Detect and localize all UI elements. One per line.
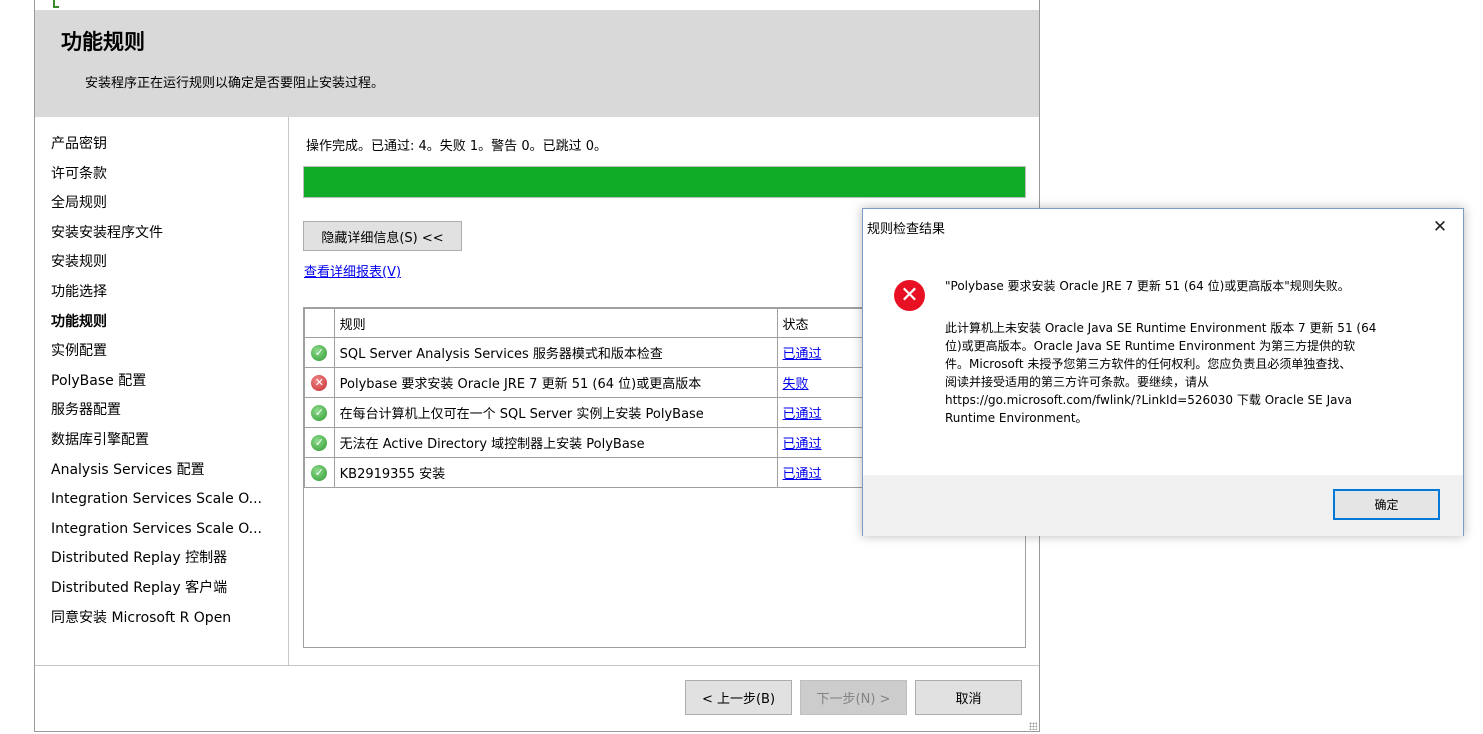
sidebar-item-install-rules[interactable]: 安装规则	[51, 252, 283, 282]
dialog-message-line: 件。Microsoft 未授予您第三方软件的任何权利。您应负责且必须单独查找、	[945, 357, 1352, 371]
progress-fill	[304, 167, 1025, 197]
error-icon: ✕	[894, 280, 925, 311]
check-icon: ✓	[311, 404, 328, 421]
resize-grip[interactable]	[1029, 722, 1037, 730]
wizard-footer: < 上一步(B) 下一步(N) > 取消	[35, 665, 1039, 732]
sidebar-item-product-key[interactable]: 产品密钥	[51, 134, 283, 164]
sidebar-item-db-engine-config[interactable]: 数据库引擎配置	[51, 430, 283, 460]
title-bar	[35, 0, 1039, 10]
error-icon: ✕	[311, 374, 328, 391]
status-link[interactable]: 已通过	[783, 437, 822, 452]
ok-button[interactable]: 确定	[1333, 489, 1440, 520]
back-button[interactable]: < 上一步(B)	[685, 680, 792, 715]
view-report-link[interactable]: 查看详细报表(V)	[304, 261, 401, 280]
sidebar-item-license-terms[interactable]: 许可条款	[51, 164, 283, 194]
sidebar-item-r-open-consent[interactable]: 同意安装 Microsoft R Open	[51, 608, 283, 638]
rule-result-dialog: 规则检查结果 ✕ ✕ "Polybase 要求安装 Oracle JRE 7 更…	[862, 208, 1464, 536]
sidebar-item-global-rules[interactable]: 全局规则	[51, 193, 283, 223]
status-link[interactable]: 已通过	[783, 347, 822, 362]
icon-column-header	[304, 308, 335, 338]
rule-name: KB2919355 安装	[333, 457, 778, 488]
sidebar-item-server-config[interactable]: 服务器配置	[51, 400, 283, 430]
close-icon[interactable]: ✕	[1417, 209, 1463, 245]
check-icon: ✓	[311, 434, 328, 451]
app-icon	[53, 0, 59, 8]
page-title: 功能规则	[61, 30, 145, 54]
sidebar-item-install-setup-files[interactable]: 安装安装程序文件	[51, 223, 283, 253]
rule-column-header[interactable]: 规则	[333, 308, 778, 338]
sidebar-item-feature-selection[interactable]: 功能选择	[51, 282, 283, 312]
status-link[interactable]: 已通过	[783, 407, 822, 422]
dialog-message-line: 位)或更高版本。Oracle Java SE Runtime Environme…	[945, 339, 1356, 353]
dialog-message-line: 阅读并接受适用的第三方许可条款。要继续，请从	[945, 375, 1210, 389]
rule-name: 无法在 Active Directory 域控制器上安装 PolyBase	[333, 427, 778, 458]
next-button[interactable]: 下一步(N) >	[800, 680, 907, 715]
sidebar-item-feature-rules[interactable]: 功能规则	[51, 312, 283, 342]
operation-status: 操作完成。已通过: 4。失败 1。警告 0。已跳过 0。	[306, 139, 607, 154]
status-link[interactable]: 失败	[783, 377, 809, 392]
page-header: 功能规则 安装程序正在运行规则以确定是否要阻止安装过程。	[35, 10, 1039, 117]
page-subtitle: 安装程序正在运行规则以确定是否要阻止安装过程。	[85, 76, 385, 91]
dialog-footer: 确定	[863, 475, 1463, 536]
dialog-message-line: https://go.microsoft.com/fwlink/?LinkId=…	[945, 393, 1352, 407]
sidebar-item-replay-controller[interactable]: Distributed Replay 控制器	[51, 548, 283, 578]
dialog-headline: "Polybase 要求安装 Oracle JRE 7 更新 51 (64 位)…	[945, 279, 1350, 293]
check-icon: ✓	[311, 464, 328, 481]
progress-bar	[303, 166, 1026, 198]
steps-sidebar: 产品密钥 许可条款 全局规则 安装安装程序文件 安装规则 功能选择 功能规则 实…	[35, 117, 289, 665]
rule-name: 在每台计算机上仅可在一个 SQL Server 实例上安装 PolyBase	[333, 397, 778, 428]
status-link[interactable]: 已通过	[783, 467, 822, 482]
sidebar-item-integration-scale-1[interactable]: Integration Services Scale O...	[51, 489, 283, 519]
sidebar-item-analysis-services-config[interactable]: Analysis Services 配置	[51, 460, 283, 490]
dialog-message: 此计算机上未安装 Oracle Java SE Runtime Environm…	[945, 319, 1425, 427]
sidebar-item-polybase-config[interactable]: PolyBase 配置	[51, 371, 283, 401]
dialog-title: 规则检查结果	[867, 222, 946, 237]
sidebar-item-replay-client[interactable]: Distributed Replay 客户端	[51, 578, 283, 608]
sidebar-item-integration-scale-2[interactable]: Integration Services Scale O...	[51, 519, 283, 549]
check-icon: ✓	[311, 344, 328, 361]
cancel-button[interactable]: 取消	[915, 680, 1022, 715]
rule-name: SQL Server Analysis Services 服务器模式和版本检查	[333, 337, 778, 368]
sidebar-item-instance-config[interactable]: 实例配置	[51, 341, 283, 371]
hide-details-button[interactable]: 隐藏详细信息(S) <<	[303, 221, 462, 251]
dialog-message-line: 此计算机上未安装 Oracle Java SE Runtime Environm…	[945, 321, 1377, 335]
rule-name: Polybase 要求安装 Oracle JRE 7 更新 51 (64 位)或…	[333, 367, 778, 398]
dialog-message-line: Runtime Environment。	[945, 411, 1088, 425]
